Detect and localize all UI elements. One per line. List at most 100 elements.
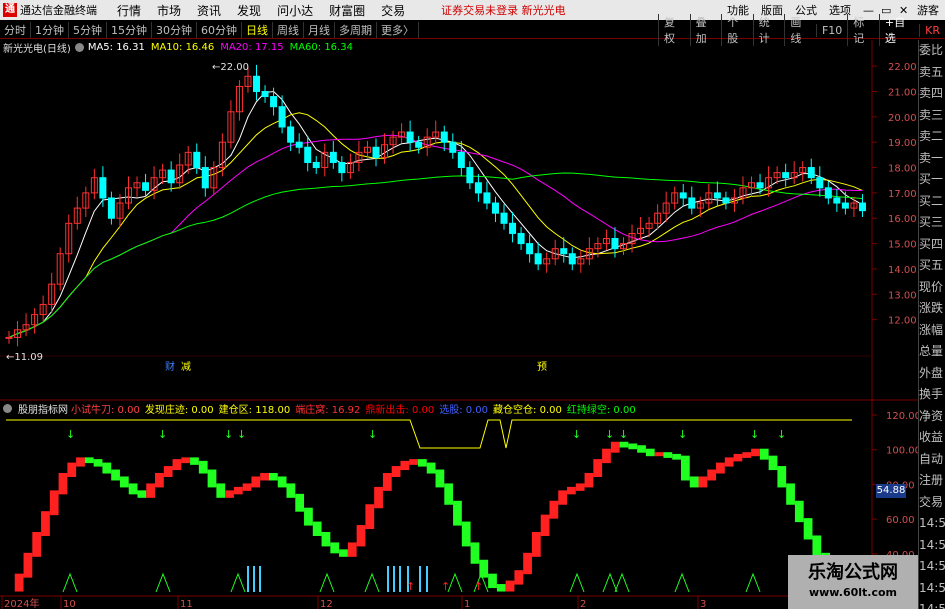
oscillator-block <box>304 507 313 526</box>
sidebar-item[interactable]: 买四 <box>919 234 945 256</box>
sidebar-item[interactable]: 买三 <box>919 212 945 234</box>
menu-item-ask[interactable]: 问小达 <box>269 2 321 19</box>
candle-body <box>142 182 150 191</box>
period-tab-more[interactable]: 更多〉 <box>377 21 419 38</box>
ind-item-4: 鼎新出击: 0.00 <box>365 405 435 416</box>
oscillator-block <box>461 521 471 547</box>
sidebar-item[interactable]: 卖二 <box>919 126 945 148</box>
sidebar-item[interactable]: 外盘 <box>919 363 945 385</box>
sidebar-item[interactable]: 交易 <box>919 492 945 514</box>
period-tab-5min[interactable]: 5分钟 <box>69 21 107 38</box>
f10-button[interactable]: F10 <box>815 23 847 37</box>
signal-triangle-icon <box>745 572 761 593</box>
oscillator-block <box>645 448 655 457</box>
oscillator-block <box>365 504 375 530</box>
sidebar-item[interactable]: 涨跌 <box>919 298 945 320</box>
indicator-settings-icon[interactable] <box>3 404 12 413</box>
oscillator-block <box>742 452 752 458</box>
period-tab-daily[interactable]: 日线 <box>242 21 273 38</box>
sidebar-item: 14:55 <box>919 602 945 609</box>
sidebar-item[interactable]: 净资 <box>919 406 945 428</box>
candle-body <box>270 96 278 108</box>
menu-item-wealth[interactable]: 财富圈 <box>321 2 373 19</box>
date-label: 10 <box>63 599 76 609</box>
price-tick-label: 15.00 <box>888 240 917 251</box>
candle-body <box>466 167 474 184</box>
oscillator-block <box>286 483 296 498</box>
oscillator-block <box>374 486 383 509</box>
sidebar-item[interactable]: 买二 <box>919 191 945 213</box>
oscillator-block <box>102 462 112 474</box>
menu-item-discover[interactable]: 发现 <box>229 2 269 19</box>
signal-triangle-icon <box>569 572 585 593</box>
sidebar-item[interactable]: 收益 <box>919 427 945 449</box>
signal-triangle-icon <box>602 572 618 593</box>
buy-arrow-icon: ↑ <box>441 580 450 593</box>
price-tick-label: 12.00 <box>888 316 917 327</box>
oscillator-block <box>803 518 813 540</box>
oscillator-block <box>496 584 506 592</box>
period-tab-1min[interactable]: 1分钟 <box>31 21 69 38</box>
period-tab-weekly[interactable]: 周线 <box>273 21 304 38</box>
sidebar-item[interactable]: 现价 <box>919 277 945 299</box>
price-tick-label: 14.00 <box>888 265 917 276</box>
signal-triangle-icon <box>155 572 171 593</box>
login-notice[interactable]: 证券交易未登录 新光光电 <box>441 2 566 18</box>
sidebar-item[interactable]: 涨幅 <box>919 320 945 342</box>
oscillator-block <box>584 473 594 488</box>
sidebar-item[interactable]: 换手 <box>919 384 945 406</box>
sidebar-item[interactable]: 卖五 <box>919 62 945 84</box>
oscillator-block <box>391 466 401 477</box>
sidebar-item[interactable]: 自动 <box>919 449 945 471</box>
period-tab-intraday[interactable]: 分时 <box>0 21 31 38</box>
sidebar-item[interactable]: 卖三 <box>919 105 945 127</box>
menu-item-quotes[interactable]: 行情 <box>109 2 149 19</box>
sidebar-item[interactable]: 总量 <box>919 341 945 363</box>
oscillator-block <box>41 511 50 536</box>
period-tab-monthly[interactable]: 月线 <box>304 21 335 38</box>
indicator-tick-label: 100.00 <box>886 446 918 457</box>
chart-area[interactable]: ↓ ↓ ↓ ↓ ↓ ↓ ↓ ↓ ↓ ↓ ↓ ↑ ↑ ↑ 22.00 21.00 20.00 19.00 18.00… <box>0 40 921 609</box>
sidebar-item[interactable]: 卖四 <box>919 83 945 105</box>
oscillator-block <box>181 457 191 464</box>
event-marker: 预 <box>537 361 547 373</box>
chart-svg[interactable]: ↓ ↓ ↓ ↓ ↓ ↓ ↓ ↓ ↓ ↓ ↓ ↑ ↑ ↑ 22.00 21.00 20.00 19.00 18.00… <box>0 40 921 609</box>
oscillator-block <box>654 452 664 457</box>
event-marker: 财 <box>165 360 175 373</box>
oscillator-block <box>268 473 278 481</box>
oscillator-block <box>453 500 462 526</box>
oscillator-block <box>759 448 769 460</box>
oscillator-block <box>111 469 120 481</box>
sidebar-item[interactable]: 买一 <box>919 169 945 191</box>
oscillator-block <box>93 459 103 467</box>
period-toolbar: 分时 1分钟 5分钟 15分钟 30分钟 60分钟 日线 周线 月线 多周期 更… <box>0 14 945 46</box>
menu-item-trade[interactable]: 交易 <box>373 2 413 19</box>
corner-label[interactable]: KR <box>919 23 945 37</box>
event-marker: 减 <box>181 361 191 373</box>
sidebar-item: 14:54 <box>919 559 945 573</box>
date-label: 2 <box>580 599 586 609</box>
signal-arrow-icon: ↓ <box>750 428 759 441</box>
menu-item-news[interactable]: 资讯 <box>189 2 229 19</box>
sidebar-item[interactable]: 注册 <box>919 470 945 492</box>
candle-body <box>167 169 175 184</box>
menu-item-market[interactable]: 市场 <box>149 2 189 19</box>
period-tab-30min[interactable]: 30分钟 <box>152 21 197 38</box>
sidebar-item[interactable]: 买五 <box>919 255 945 277</box>
oscillator-block <box>260 473 269 481</box>
settings-dot-icon[interactable] <box>74 42 84 52</box>
oscillator-block <box>768 455 778 471</box>
candle-body <box>833 197 841 204</box>
sidebar-item[interactable]: 卖一 <box>919 148 945 170</box>
period-tab-60min[interactable]: 60分钟 <box>197 21 242 38</box>
candle-body <box>457 151 465 169</box>
period-tab-multi[interactable]: 多周期 <box>335 21 377 38</box>
oscillator-block <box>637 445 646 453</box>
indicator-name[interactable]: 股朋指标网 <box>18 401 68 416</box>
oscillator-block <box>514 570 524 585</box>
oscillator-block <box>382 473 392 491</box>
sidebar-item[interactable]: 委比 <box>919 40 945 62</box>
ma20-line <box>8 134 863 338</box>
ma20-label: MA20: 17.15 <box>220 41 284 53</box>
period-tab-15min[interactable]: 15分钟 <box>107 21 152 38</box>
